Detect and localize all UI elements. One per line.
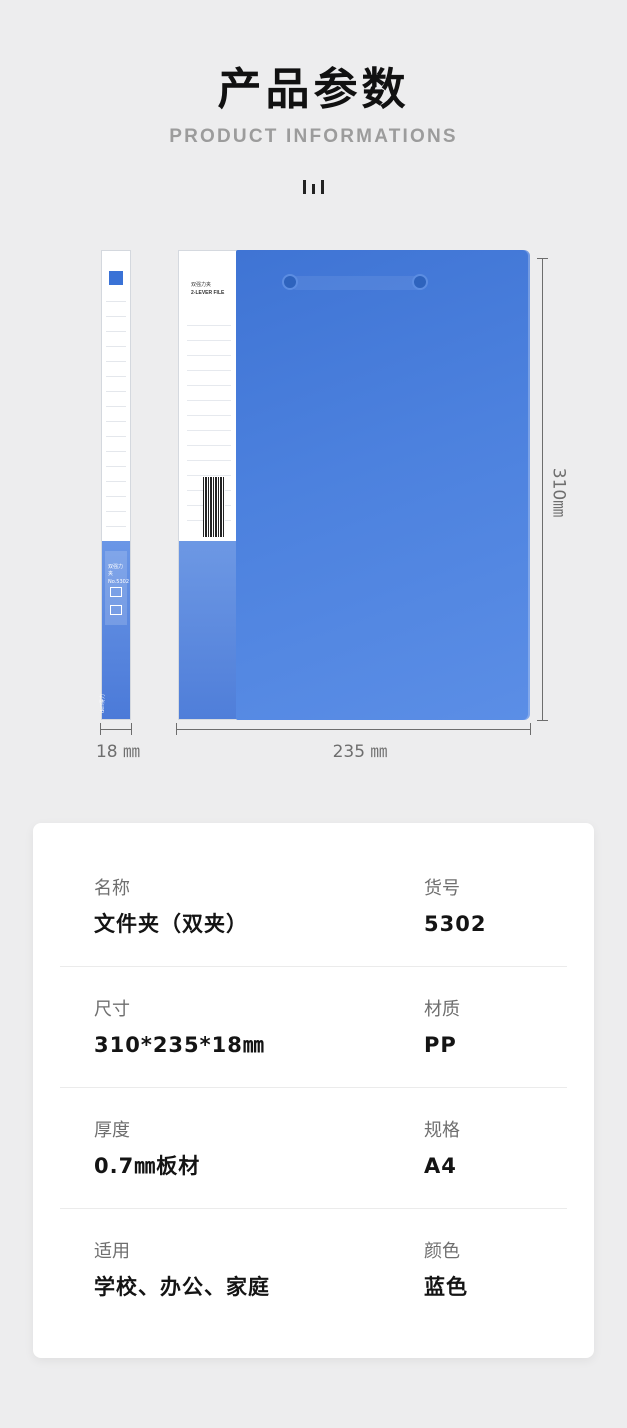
width-tick-left	[176, 723, 177, 735]
label-text: 双强力夹 2-LEVER FILE	[191, 281, 224, 297]
spec-key: 适用	[94, 1241, 130, 1262]
thickness-label: 18 ㎜	[95, 742, 141, 762]
spec-value: 0.7㎜板材	[94, 1154, 201, 1178]
spec-key: 货号	[424, 878, 460, 899]
height-tick-bottom	[537, 720, 548, 721]
spine-color-square	[109, 271, 123, 285]
folder-spine-image: 双强力夹 No.5302 deli得力	[100, 250, 131, 720]
height-tick-top	[537, 258, 548, 259]
folder-front-image: 双强力夹 2-LEVER FILE	[178, 250, 530, 720]
clip-left	[284, 276, 296, 288]
label-blue-section	[179, 541, 237, 719]
spine-label-lines	[106, 287, 126, 539]
spec-material: 材质 PP	[424, 998, 460, 1058]
label-title-en: 2-LEVER FILE	[191, 290, 225, 296]
folder-cover	[236, 250, 530, 720]
spec-value: 学校、办公、家庭	[94, 1275, 270, 1299]
spec-key: 规格	[424, 1120, 460, 1141]
spine-label: 双强力夹	[108, 564, 124, 577]
height-label: 310㎜	[548, 467, 569, 518]
spec-key: 名称	[94, 878, 130, 899]
spec-color: 颜色 蓝色	[424, 1240, 468, 1300]
spec-key: 颜色	[424, 1241, 460, 1262]
brand-logo: deli得力	[100, 693, 106, 713]
spec-name: 名称 文件夹（双夹）	[94, 877, 248, 937]
clip-right	[414, 276, 426, 288]
page-subtitle: PRODUCT INFORMATIONS	[169, 126, 458, 147]
clip-bar	[290, 276, 427, 290]
width-tick-right	[530, 723, 531, 735]
spec-key: 材质	[424, 999, 460, 1020]
spec-size: 尺寸 310*235*18㎜	[94, 998, 265, 1058]
thickness-tick-right	[131, 723, 132, 735]
label-title-cn: 双强力夹	[191, 282, 212, 288]
spec-thickness: 厚度 0.7㎜板材	[94, 1119, 200, 1179]
spec-value: 文件夹（双夹）	[94, 912, 248, 936]
spec-value: 蓝色	[424, 1275, 468, 1299]
spec-card: 名称 文件夹（双夹） 货号 5302 尺寸 310*235*18㎜ 材质 PP …	[33, 823, 594, 1358]
spine-icon	[110, 605, 122, 615]
folder-label-strip: 双强力夹 2-LEVER FILE	[178, 250, 238, 720]
spec-row: 厚度 0.7㎜板材 规格 A4	[33, 1065, 594, 1209]
spec-item-number: 货号 5302	[424, 877, 486, 937]
spec-value: A4	[424, 1154, 457, 1178]
page-title: 产品参数	[217, 64, 410, 115]
spec-row: 尺寸 310*235*18㎜ 材质 PP	[33, 944, 594, 1088]
spec-value: 310*235*18㎜	[94, 1033, 265, 1057]
spec-row: 适用 学校、办公、家庭 颜色 蓝色	[33, 1186, 594, 1306]
spec-key: 厚度	[94, 1120, 130, 1141]
product-info-page: 产品参数 PRODUCT INFORMATIONS 双强力夹 No.5302 d…	[0, 0, 627, 1428]
barcode	[203, 477, 225, 537]
spec-key: 尺寸	[94, 999, 130, 1020]
decorative-marks	[303, 180, 324, 194]
spec-value: PP	[424, 1033, 457, 1057]
width-dimension-line	[176, 729, 530, 730]
thickness-tick-left	[100, 723, 101, 735]
width-label: 235 ㎜	[332, 742, 388, 762]
height-dimension-line	[542, 258, 543, 720]
spec-format: 规格 A4	[424, 1119, 460, 1179]
spec-usage: 适用 学校、办公、家庭	[94, 1240, 270, 1300]
thickness-dimension-line	[100, 729, 132, 730]
spine-model: No.5302	[108, 579, 130, 585]
spec-value: 5302	[424, 912, 487, 936]
spec-row: 名称 文件夹（双夹） 货号 5302	[33, 823, 594, 967]
spine-icon	[110, 587, 122, 597]
